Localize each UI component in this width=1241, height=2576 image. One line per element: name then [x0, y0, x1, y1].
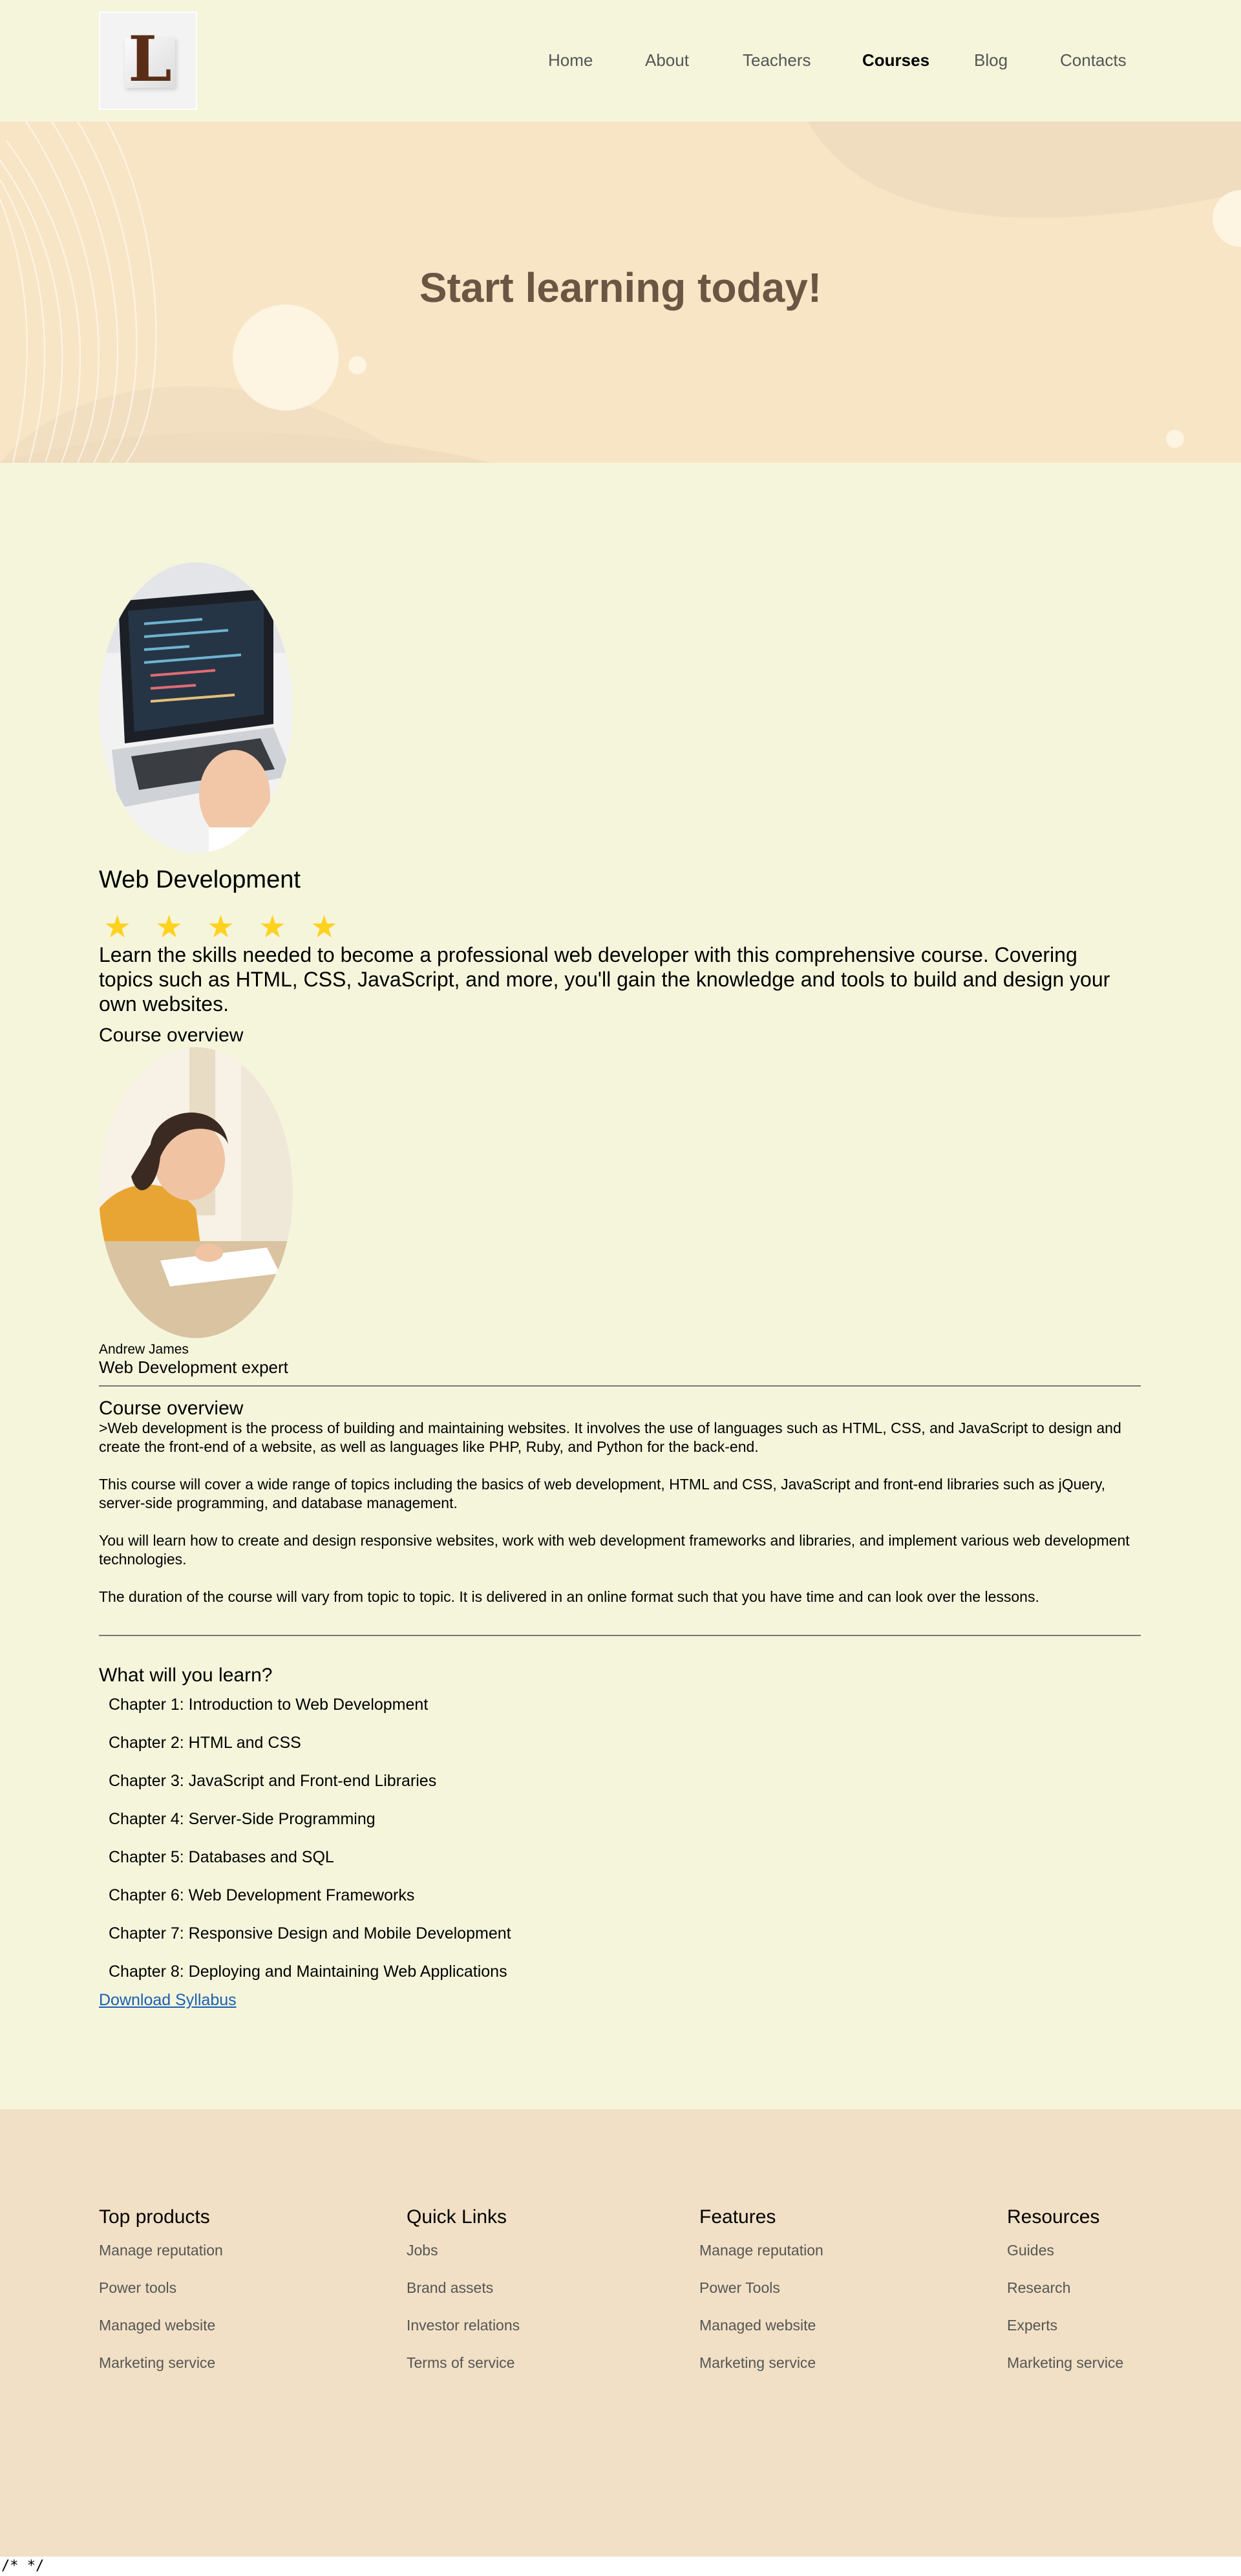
divider: [99, 1385, 1141, 1387]
overview-paragraph: You will learn how to create and design …: [99, 1532, 1130, 1568]
chapter-item: Chapter 2: HTML and CSS: [109, 1734, 301, 1752]
chapter-item: Chapter 1: Introduction to Web Developme…: [109, 1696, 429, 1714]
footer-link[interactable]: Investor relations: [407, 2317, 520, 2334]
nav-teachers[interactable]: Teachers: [743, 50, 811, 70]
footer-link[interactable]: Marketing service: [99, 2354, 215, 2372]
site-header: L Home About Teachers Courses Blog Conta…: [0, 0, 1241, 122]
overview-paragraph: >Web development is the process of build…: [99, 1420, 1121, 1455]
divider: [99, 1635, 1141, 1636]
footer-link[interactable]: Manage reputation: [99, 2242, 223, 2259]
footer-link[interactable]: Experts: [1007, 2317, 1057, 2334]
nav-about[interactable]: About: [645, 50, 689, 70]
footer-link[interactable]: Marketing service: [1007, 2354, 1123, 2372]
hero-banner: Start learning today!: [0, 122, 1241, 463]
nav-home[interactable]: Home: [548, 50, 593, 70]
footer-heading-features: Features: [699, 2206, 776, 2228]
footer-link[interactable]: Managed website: [699, 2317, 816, 2334]
stray-comment-text: /* */: [1, 2558, 45, 2574]
logo-letter: L: [128, 23, 172, 96]
star-icon: ★: [259, 909, 287, 945]
chapter-item: Chapter 6: Web Development Frameworks: [109, 1886, 415, 1904]
bottom-bar: [0, 2557, 1241, 2576]
footer-link[interactable]: Research: [1007, 2279, 1070, 2297]
course-description: Learn the skills needed to become a prof…: [99, 943, 1110, 1016]
teacher-role: Web Development expert: [99, 1357, 288, 1377]
footer-link[interactable]: Power Tools: [699, 2279, 780, 2297]
learn-heading: What will you learn?: [99, 1665, 273, 1686]
course-overview-label: Course overview: [99, 1025, 244, 1046]
chapter-item: Chapter 8: Deploying and Maintaining Web…: [109, 1963, 507, 1981]
footer-heading-top-products: Top products: [99, 2206, 210, 2228]
footer-heading-resources: Resources: [1007, 2206, 1100, 2228]
nav-courses[interactable]: Courses: [862, 50, 929, 70]
site-footer: Top products Manage reputation Power too…: [0, 2109, 1241, 2557]
footer-link[interactable]: Brand assets: [407, 2279, 493, 2297]
chapter-item: Chapter 4: Server-Side Programming: [109, 1810, 376, 1828]
footer-link[interactable]: Power tools: [99, 2279, 176, 2297]
teacher-name: Andrew James: [99, 1342, 189, 1357]
star-icon: ★: [207, 909, 235, 945]
nav-blog[interactable]: Blog: [974, 50, 1008, 70]
star-icon: ★: [155, 909, 184, 945]
teacher-photo: [99, 1047, 293, 1338]
chapter-item: Chapter 3: JavaScript and Front-end Libr…: [109, 1772, 437, 1790]
chapter-item: Chapter 5: Databases and SQL: [109, 1848, 334, 1866]
footer-link[interactable]: Guides: [1007, 2242, 1054, 2259]
footer-link[interactable]: Marketing service: [699, 2354, 816, 2372]
footer-link[interactable]: Terms of service: [407, 2354, 514, 2372]
course-overview-heading: Course overview: [99, 1398, 244, 1419]
course-title: Web Development: [99, 866, 301, 893]
logo-tile: L: [125, 28, 175, 90]
footer-link[interactable]: Manage reputation: [699, 2242, 823, 2259]
download-syllabus-link[interactable]: Download Syllabus: [99, 1991, 237, 2010]
footer-link[interactable]: Managed website: [99, 2317, 215, 2334]
hero-title: Start learning today!: [419, 264, 822, 311]
course-image: [99, 562, 293, 853]
footer-heading-quick-links: Quick Links: [407, 2206, 507, 2228]
nav-contacts[interactable]: Contacts: [1060, 50, 1127, 70]
star-icon: ★: [310, 909, 339, 945]
logo[interactable]: L: [99, 12, 197, 110]
chapter-item: Chapter 7: Responsive Design and Mobile …: [109, 1924, 511, 1943]
overview-paragraph: The duration of the course will vary fro…: [99, 1588, 1039, 1605]
star-icon: ★: [103, 909, 132, 945]
overview-paragraph: This course will cover a wide range of t…: [99, 1476, 1106, 1511]
footer-link[interactable]: Jobs: [407, 2242, 438, 2259]
